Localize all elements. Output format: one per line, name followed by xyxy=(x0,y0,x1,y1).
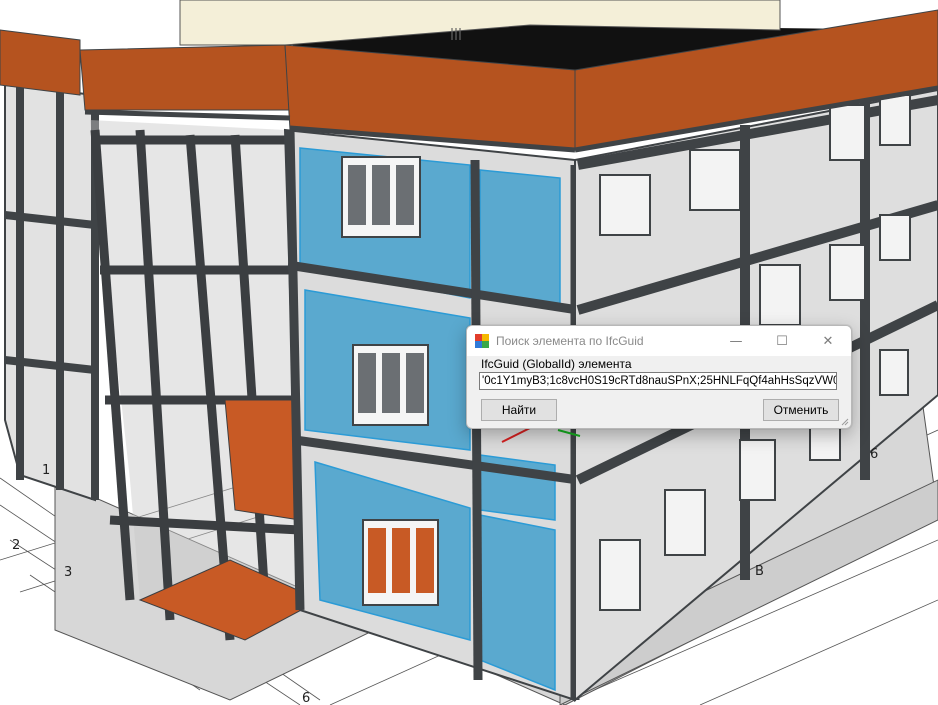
stair-slab-orange-1 xyxy=(224,399,301,521)
close-button[interactable]: ✕ xyxy=(805,326,851,356)
roof-fascia-front xyxy=(79,44,291,111)
dialog-titlebar[interactable]: Поиск элемента по IfcGuid — ☐ ✕ xyxy=(467,326,851,356)
search-by-ifcguid-dialog[interactable]: Поиск элемента по IfcGuid — ☐ ✕ IfcGuid … xyxy=(466,325,852,429)
cancel-button[interactable]: Отменить xyxy=(763,399,839,421)
grid-label-v: В xyxy=(755,564,764,579)
app-icon xyxy=(475,334,489,348)
minimize-button[interactable]: — xyxy=(713,326,759,356)
grid-label-2: 2 xyxy=(12,538,20,553)
maximize-button[interactable]: ☐ xyxy=(759,326,805,356)
resize-grip-icon[interactable] xyxy=(839,416,849,426)
ifcguid-input[interactable]: '0c1Y1myB3;1c8vcH0S19cRTd8nauSPnX;25HNLF… xyxy=(479,372,837,390)
grid-label-3: 3 xyxy=(64,565,72,580)
grid-label-6-bottom: 6 xyxy=(302,691,310,705)
grid-label-6-right: 6 xyxy=(870,447,878,462)
dialog-title: Поиск элемента по IfcGuid xyxy=(496,334,644,348)
ifcguid-field-label: IfcGuid (GlobalId) элемента xyxy=(481,357,632,371)
find-button[interactable]: Найти xyxy=(481,399,557,421)
grid-label-1: 1 xyxy=(42,463,50,478)
roof-fascia-left xyxy=(0,29,81,96)
